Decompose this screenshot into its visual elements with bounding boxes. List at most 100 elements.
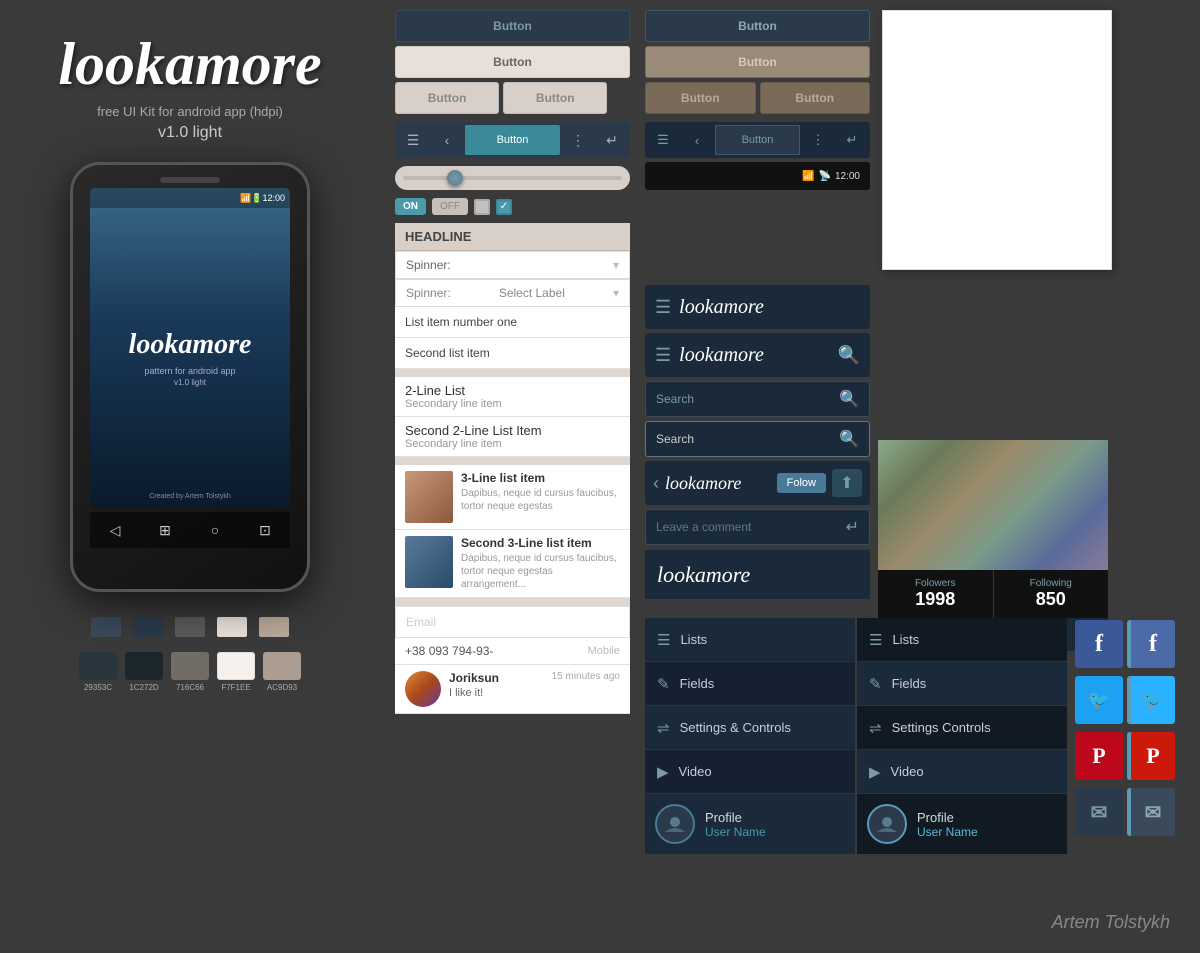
pinterest-button-2[interactable]: P	[1127, 732, 1175, 780]
dark-toolbar: ☰ ‹ Button ⋮ ↵	[645, 122, 870, 158]
menu-item-video-2[interactable]: ▶ Video	[857, 750, 1067, 794]
spinner-label-1: Spinner:	[406, 258, 451, 272]
menu-item-profile-1[interactable]: Profile User Name	[645, 794, 855, 854]
comment-avatar	[405, 671, 441, 707]
social-row-twitter: 🐦 🐦	[1075, 676, 1185, 724]
menu-item-settings-2[interactable]: ⇌ Settings Controls	[857, 706, 1067, 750]
menu-col-2: ☰ Lists ✎ Fields ⇌ Settings Controls ▶ V…	[857, 618, 1067, 854]
dark-time: 12:00	[835, 171, 860, 182]
dark-comment-send-icon[interactable]: ↵	[846, 517, 859, 537]
dark-wifi-icon: 📶	[802, 171, 814, 182]
light-half-button-1[interactable]: Button	[395, 82, 499, 114]
menu-item-fields-2[interactable]: ✎ Fields	[857, 662, 1067, 706]
dark-toolbar-overflow-icon[interactable]: ⋮	[802, 125, 834, 155]
menu-item-lists-1[interactable]: ☰ Lists	[645, 618, 855, 662]
light-secondary-button[interactable]: Button	[395, 46, 630, 78]
brand-version: v1.0 light	[158, 124, 222, 142]
toolbar-back-icon[interactable]: ‹	[431, 125, 463, 155]
list-item-1[interactable]: List item number one	[395, 307, 630, 338]
hero-figure	[878, 440, 1108, 570]
swatch-label-2: 1C272D	[129, 683, 158, 692]
menu-item-profile-2[interactable]: Profile User Name	[857, 794, 1067, 854]
spinner-field-1[interactable]: Spinner: ▾	[395, 251, 630, 279]
toolbar-menu-icon[interactable]: ☰	[397, 125, 429, 155]
twitter-icon-2: 🐦	[1142, 690, 1164, 711]
dark-half-button-2[interactable]: Button	[760, 82, 871, 114]
credits-icons	[91, 617, 289, 637]
dark-follow-button[interactable]: Folow	[777, 473, 826, 493]
phone-mockup: 📶 🔋 12:00 lookamore pattern for android …	[70, 162, 310, 592]
slider-row	[395, 166, 630, 190]
phone-field[interactable]: +38 093 794-93- Mobile	[395, 638, 630, 665]
comment-row: Joriksun 15 minutes ago I like it!	[395, 665, 630, 714]
dark-search-field-2[interactable]: Search 🔍	[645, 421, 870, 457]
dark-share-button[interactable]: ⬆	[832, 469, 862, 497]
three-line-item-1[interactable]: 3-Line list item Dapibus, neque id cursu…	[395, 465, 630, 530]
lists-icon-1: ☰	[657, 631, 670, 649]
phone-wifi-icon: 📶	[240, 193, 251, 204]
mail-button-2[interactable]: ✉	[1127, 788, 1175, 836]
light-half-button-2[interactable]: Button	[503, 82, 607, 114]
toolbar-center-button[interactable]: Button	[465, 125, 560, 155]
twitter-button-1[interactable]: 🐦	[1075, 676, 1123, 724]
dark-secondary-button[interactable]: Button	[645, 46, 870, 78]
list-item-2[interactable]: Second list item	[395, 338, 630, 369]
facebook-button-2[interactable]: f	[1127, 620, 1175, 668]
two-line-item-1[interactable]: 2-Line List Secondary line item	[395, 377, 630, 417]
menu-item-fields-1[interactable]: ✎ Fields	[645, 662, 855, 706]
phone-value: +38 093 794-93-	[405, 644, 493, 658]
dark-comment-field[interactable]: Leave a comment ↵	[645, 509, 870, 545]
phone-home-btn[interactable]: ⊞	[153, 518, 177, 542]
profile-avatar-2	[867, 804, 907, 844]
dark-search-icon-1[interactable]: 🔍	[838, 345, 860, 366]
comment-time: 15 minutes ago	[552, 671, 620, 685]
dark-search-field-1[interactable]: Search 🔍	[645, 381, 870, 417]
phone-back-btn[interactable]: ◁	[103, 518, 127, 542]
followers-box: Folowers 1998	[878, 570, 994, 618]
dark-primary-button[interactable]: Button	[645, 10, 870, 42]
dark-back-icon[interactable]: ‹	[653, 473, 659, 494]
menu-item-lists-2[interactable]: ☰ Lists	[857, 618, 1067, 662]
phone-menu-btn[interactable]: ⊡	[253, 518, 277, 542]
dark-toolbar-back-icon[interactable]: ‹	[681, 125, 713, 155]
toolbar-overflow-icon[interactable]: ⋮	[562, 125, 594, 155]
spinner-value-2: Select Label	[499, 286, 565, 300]
menu-item-video-1[interactable]: ▶ Video	[645, 750, 855, 794]
phone-brand-logo: lookamore	[129, 329, 252, 361]
email-field[interactable]: Email	[395, 606, 630, 638]
dark-half-button-1[interactable]: Button	[645, 82, 756, 114]
facebook-button-1[interactable]: f	[1075, 620, 1123, 668]
dark-toolbar-menu-icon[interactable]: ☰	[647, 125, 679, 155]
phone-nav-bar: ◁ ⊞ ○ ⊡	[90, 512, 290, 548]
toolbar-enter-icon[interactable]: ↵	[596, 125, 628, 155]
three-line-title-2: Second 3-Line list item	[461, 536, 620, 550]
dark-toolbar-enter-icon[interactable]: ↵	[836, 125, 868, 155]
slider-track[interactable]	[403, 176, 622, 180]
two-line-primary-2: Second 2-Line List Item	[405, 423, 620, 438]
twitter-button-2[interactable]: 🐦	[1127, 676, 1175, 724]
stats-row: Folowers 1998 Following 850	[878, 570, 1108, 618]
two-line-item-2[interactable]: Second 2-Line List Item Secondary line i…	[395, 417, 630, 457]
mail-icon-1: ✉	[1091, 800, 1108, 825]
toggle-off[interactable]: OFF	[432, 198, 468, 215]
settings-icon-1: ⇌	[657, 719, 670, 737]
mail-button-1[interactable]: ✉	[1075, 788, 1123, 836]
dark-btn-row-3: Button Button	[645, 82, 870, 114]
twitter-icon-1: 🐦	[1088, 690, 1110, 711]
light-primary-button[interactable]: Button	[395, 10, 630, 42]
author-signature: Artem Tolstykh	[1052, 912, 1170, 933]
three-line-item-2[interactable]: Second 3-Line list item Dapibus, neque i…	[395, 530, 630, 598]
toggle-checkbox-unchecked[interactable]	[474, 199, 490, 215]
phone-search-btn[interactable]: ○	[203, 518, 227, 542]
profile-info-1: Profile User Name	[705, 810, 766, 839]
dark-toolbar-center[interactable]: Button	[715, 125, 800, 155]
toggle-checkbox-checked[interactable]: ✓	[496, 199, 512, 215]
spinner-field-2[interactable]: Spinner: Select Label ▾	[395, 279, 630, 307]
slider-thumb[interactable]	[447, 170, 463, 186]
mail-icon-2: ✉	[1145, 800, 1162, 825]
dark-menu-icon-2: ☰	[655, 345, 671, 366]
pinterest-button-1[interactable]: P	[1075, 732, 1123, 780]
video-icon-1: ▶	[657, 763, 669, 781]
menu-item-settings-1[interactable]: ⇌ Settings & Controls	[645, 706, 855, 750]
toggle-on[interactable]: ON	[395, 198, 426, 215]
